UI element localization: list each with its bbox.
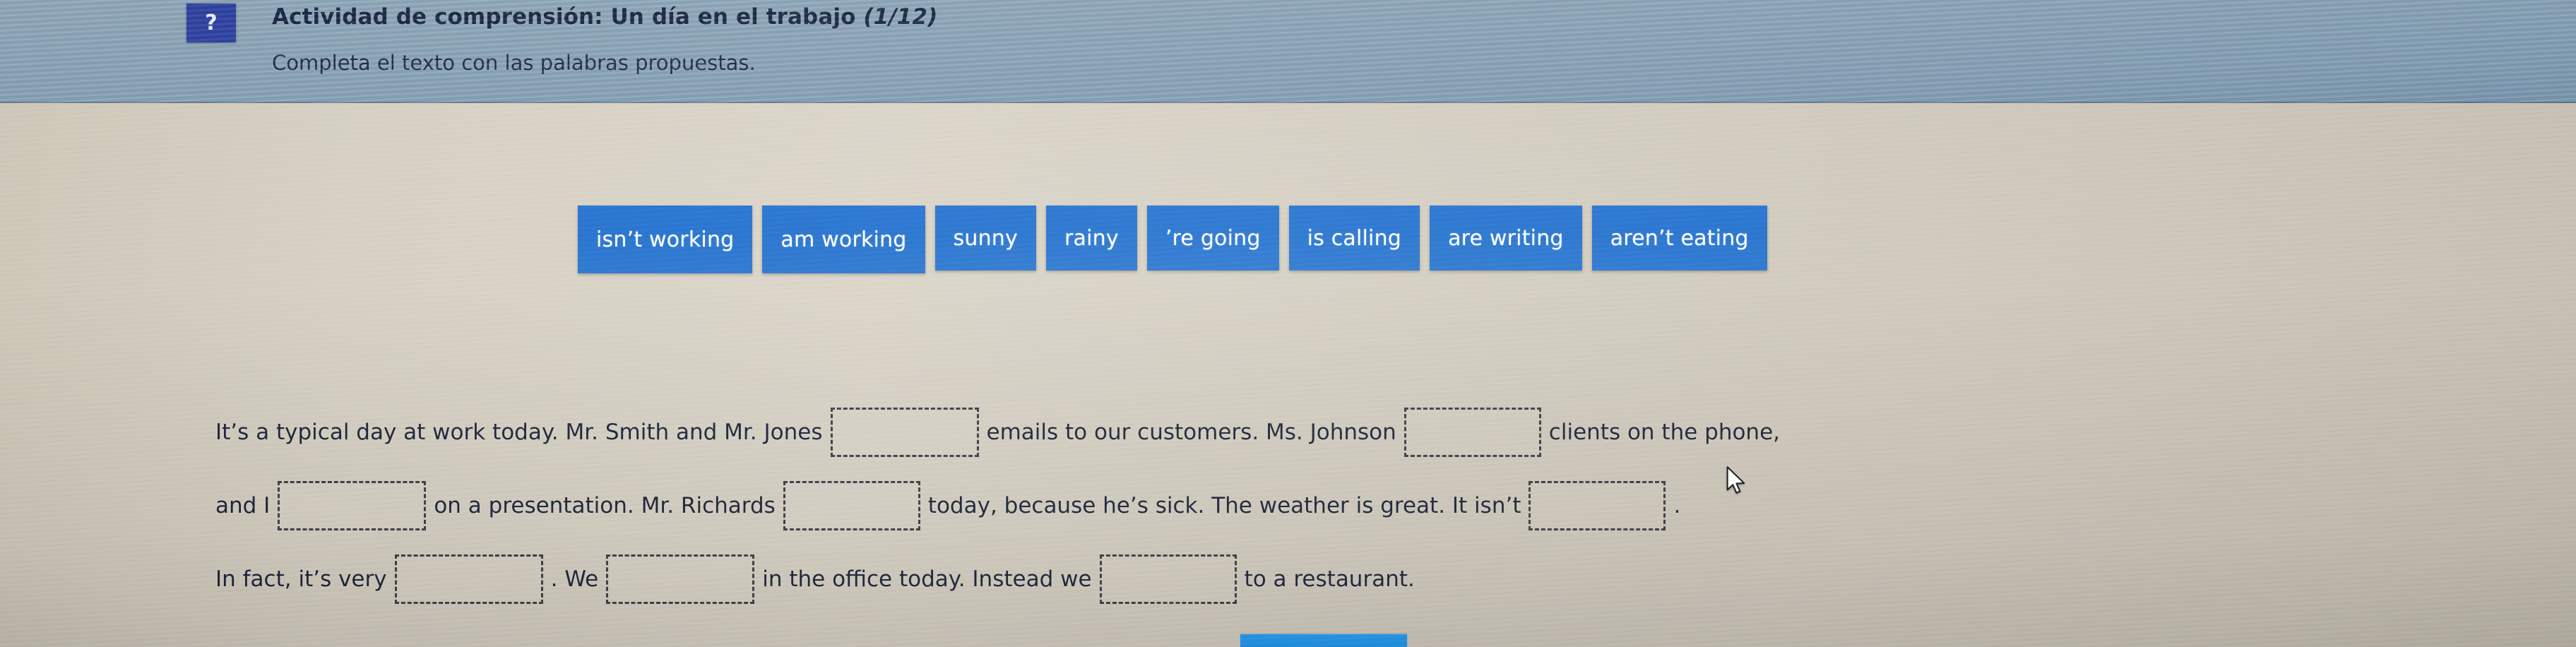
exercise-text-fragment: emails to our customers. Ms. Johnson [986,420,1396,445]
answer-blank[interactable] [278,481,427,530]
answer-blank[interactable] [606,554,755,604]
exercise-text-fragment: today, because he’s sick. The weather is… [927,493,1521,518]
exercise-text-fragment: clients on the phone, [1548,420,1781,445]
word-chip[interactable]: sunny [934,206,1036,271]
exercise-text-fragment: and I [215,493,271,518]
answer-blank[interactable] [1529,481,1666,530]
exercise-text-fragment: in the office today. Instead we [762,566,1092,592]
word-chip[interactable]: aren’t eating [1591,206,1767,271]
exercise-line: and I on a presentation. Mr. Richards toda… [215,469,2497,542]
word-chip[interactable]: isn’t working [578,206,753,273]
exercise-text-fragment: . We [550,566,599,592]
word-chip[interactable]: are writing [1430,206,1582,271]
question-counter: (1/12) [863,4,938,30]
question-mark-icon[interactable]: ? [186,4,236,42]
word-bank: isn’t working am working sunny rainy’re goi… [578,206,1767,273]
page-instructions: Completa el texto con las palabras propu… [272,51,756,75]
question-mark-glyph: ? [205,10,218,35]
word-chip[interactable]: ’re going [1146,206,1279,271]
answer-blank[interactable] [830,408,979,457]
word-chip[interactable]: rainy [1045,206,1137,271]
exercise-text-fragment: In fact, it’s very [215,566,387,592]
answer-blank[interactable] [1099,554,1237,604]
exercise-text-fragment: . [1673,493,1681,518]
exercise-text-fragment: It’s a typical day at work today. Mr. Sm… [215,420,823,445]
answer-blank[interactable] [783,481,920,530]
word-chip[interactable]: am working [762,206,925,273]
answer-blank[interactable] [1403,408,1541,457]
activity-header: ? Actividad de comprensión: Un día en el… [0,0,2576,103]
page-title-text: Actividad de comprensión: Un día en el t… [272,4,856,30]
exercise-line: It’s a typical day at work today. Mr. Sm… [215,396,2497,469]
exercise-text-fragment: on a presentation. Mr. Richards [434,493,776,518]
word-chip[interactable]: is calling [1288,206,1420,271]
exercise-text: It’s a typical day at work today. Mr. Sm… [215,396,2497,616]
page-title: Actividad de comprensión: Un día en el t… [272,4,937,30]
answer-blank[interactable] [394,554,543,604]
exercise-line: In fact, it’s very . We in the office toda… [215,542,2497,616]
exercise-text-fragment: to a restaurant. [1244,566,1415,592]
next-button-partial[interactable] [1240,634,1407,647]
